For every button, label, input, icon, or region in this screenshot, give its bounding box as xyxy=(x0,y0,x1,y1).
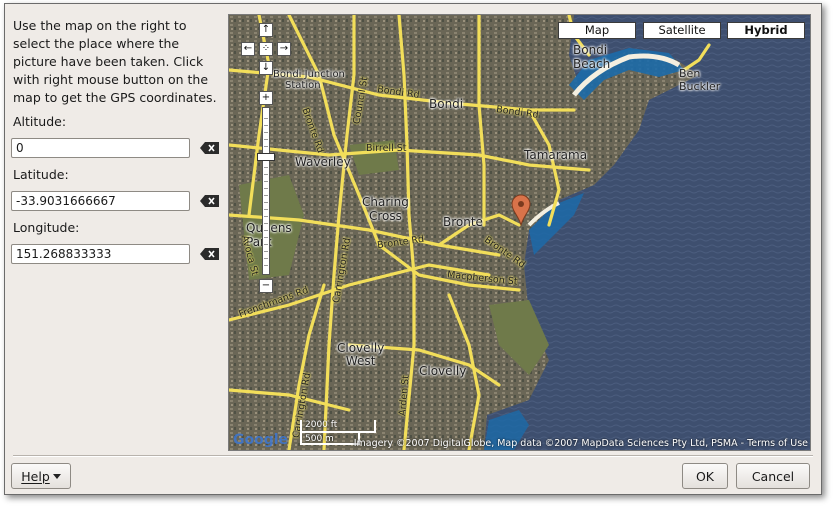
instruction-line: Use the map on the right to xyxy=(13,18,187,33)
label-clovelly: Clovelly xyxy=(419,364,467,378)
label-bondi-beach: Bondi Beach xyxy=(573,43,611,71)
map-copyright: Imagery ©2007 DigitalGlobe, Map data ©20… xyxy=(353,438,808,449)
latitude-label: Latitude: xyxy=(13,167,69,182)
clear-longitude-button[interactable] xyxy=(198,245,222,263)
separator xyxy=(13,455,813,457)
longitude-input[interactable]: 151.268833333 xyxy=(11,244,190,264)
zoom-in-button[interactable]: + xyxy=(259,91,273,105)
clear-altitude-button[interactable] xyxy=(198,139,222,157)
help-button[interactable]: Help xyxy=(11,463,71,489)
map-view[interactable]: Bondi Junction Station Bondi Beach Ben B… xyxy=(228,14,811,451)
label-waverley: Waverley xyxy=(295,155,351,169)
longitude-label: Longitude: xyxy=(13,220,80,235)
zoom-slider-track[interactable] xyxy=(262,107,270,275)
scale-m-label: 500 m xyxy=(305,434,334,444)
latitude-input[interactable]: -33.9031666667 xyxy=(11,191,190,211)
pan-left-button[interactable]: ← xyxy=(241,42,255,56)
clear-icon xyxy=(200,248,219,260)
help-label: Help xyxy=(21,468,50,484)
label-charing-cross: Charing Cross xyxy=(362,195,409,223)
instruction-line: select the place where the xyxy=(13,36,180,51)
map-type-satellite-button[interactable]: Satellite xyxy=(643,22,721,39)
cancel-button[interactable]: Cancel xyxy=(736,463,810,489)
dropdown-arrow-icon xyxy=(52,473,61,479)
pan-up-button[interactable]: ↑ xyxy=(259,23,273,37)
gps-dialog: Use the map on the right to select the p… xyxy=(4,3,822,495)
scale-ft-label: 2000 ft xyxy=(305,420,338,430)
map-type-map-button[interactable]: Map xyxy=(558,22,636,39)
ok-button[interactable]: OK xyxy=(682,463,728,489)
label-clovelly-west: Clovelly West xyxy=(337,341,385,368)
label-bondi-junction: Bondi Junction Station xyxy=(273,69,345,91)
map-type-hybrid-button[interactable]: Hybrid xyxy=(727,22,805,39)
zoom-slider-handle[interactable] xyxy=(257,153,275,161)
altitude-label: Altitude: xyxy=(13,114,67,129)
road-label: Birrell St xyxy=(366,143,407,154)
pan-right-button[interactable]: → xyxy=(277,42,291,56)
label-tamarama: Tamarama xyxy=(524,148,588,162)
label-bronte: Bronte xyxy=(443,215,483,229)
instruction-line: with right mouse button on the xyxy=(13,72,209,87)
instruction-line: picture have been taken. Click xyxy=(13,54,204,69)
google-logo: Google xyxy=(233,432,289,448)
clear-icon xyxy=(200,195,219,207)
instruction-line: map to get the GPS coordinates. xyxy=(13,90,217,105)
altitude-input[interactable]: 0 xyxy=(11,138,190,158)
instructions-text: Use the map on the right to select the p… xyxy=(13,17,233,107)
clear-latitude-button[interactable] xyxy=(198,192,222,210)
label-bondi: Bondi xyxy=(429,97,464,111)
pan-center-button[interactable]: ⁘ xyxy=(259,42,273,56)
pan-down-button[interactable]: ↓ xyxy=(259,61,273,75)
zoom-out-button[interactable]: − xyxy=(259,279,273,293)
clear-icon xyxy=(200,142,219,154)
label-ben-buckler: Ben Buckler xyxy=(679,67,721,93)
